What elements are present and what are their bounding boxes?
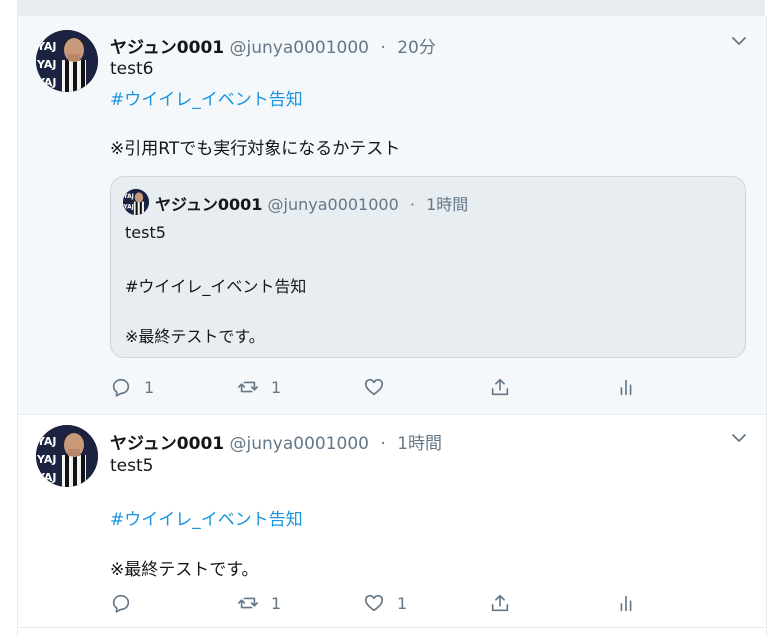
timeline: YAJ YAJ YAJ ヤジュン0001 @junya0001000 · 20分… [17,16,767,637]
heart-icon [364,594,384,612]
reply-button[interactable]: 1 [110,376,154,398]
separator-dot: · [409,195,415,214]
share-button[interactable] [489,376,511,398]
author-name[interactable]: ヤジュン0001 [110,434,224,454]
svg-text:YAJ: YAJ [36,76,57,89]
tweet-text-line: ※引用RTでも実行対象になるかテスト [110,139,401,159]
chevron-down-icon[interactable] [730,429,748,447]
share-button[interactable] [489,592,511,614]
quoted-tweet-text-line: ※最終テストです。 [125,327,265,346]
separator-dot: · [380,38,386,58]
quoted-tweet[interactable]: YAJ YAJ ヤジュン0001 @junya0001000 · 1時間 tes… [110,176,746,358]
quoted-tweet-header: ヤジュン0001 @junya0001000 · 1時間 [155,191,468,215]
author-name[interactable]: ヤジュン0001 [110,38,224,58]
svg-text:YAJ: YAJ [36,471,57,484]
heart-icon [364,378,384,396]
share-icon [491,594,509,612]
tweet-header: ヤジュン0001 @junya0001000 · 20分 [110,33,436,58]
quoted-author-handle: @junya0001000 [267,195,399,214]
svg-text:YAJ: YAJ [123,204,134,210]
share-icon [491,378,509,396]
like-button[interactable]: 1 [363,592,407,614]
like-button[interactable] [363,376,397,398]
retweet-count: 1 [271,593,282,613]
retweet-button[interactable]: 1 [237,376,281,398]
tweet-timestamp[interactable]: 20分 [397,38,436,58]
hashtag-link[interactable]: #ウイイレ_イベント告知 [110,505,303,530]
retweet-icon [238,597,258,609]
like-count: 1 [397,593,408,613]
svg-text:YAJ: YAJ [123,194,134,200]
tweet-actions: 1 1 [110,592,710,618]
avatar[interactable]: YAJ YAJ YAJ [36,425,98,487]
analytics-icon [620,379,632,396]
timeline-top-divider [17,0,765,16]
reply-icon [112,378,130,397]
reply-count: 1 [144,377,155,397]
tweet-actions: 1 1 [110,376,710,402]
separator-dot: · [380,434,386,454]
reply-icon [112,594,130,613]
quoted-tweet-text-line: test5 [125,223,166,242]
hashtag-link[interactable]: #ウイイレ_イベント告知 [110,85,303,110]
quoted-avatar: YAJ YAJ [123,189,149,215]
tweet[interactable]: YAJ YAJ YAJ ヤジュン0001 @junya0001000 · 20分… [18,16,766,415]
analytics-button[interactable] [615,376,637,398]
avatar[interactable]: YAJ YAJ YAJ [36,30,98,92]
quoted-tweet-text-line: #ウイイレ_イベント告知 [125,277,307,296]
retweet-count: 1 [271,377,282,397]
tweet-header: ヤジュン0001 @junya0001000 · 1時間 [110,429,442,454]
author-handle[interactable]: @junya0001000 [230,38,369,58]
tweet-text-line: test5 [110,456,154,476]
retweet-icon [238,381,258,393]
svg-text:YAJ: YAJ [36,58,57,71]
tweet-text-line: test6 [110,59,154,79]
reply-button[interactable] [110,592,144,614]
retweet-button[interactable]: 1 [237,592,281,614]
svg-text:YAJ: YAJ [36,435,57,448]
tweet-timestamp[interactable]: 1時間 [397,434,442,454]
quoted-tweet-timestamp: 1時間 [426,195,469,214]
tweet[interactable]: YAJ YAJ YAJ ヤジュン0001 @junya0001000 · 1時間… [18,415,766,628]
svg-text:YAJ: YAJ [36,40,57,53]
author-handle[interactable]: @junya0001000 [230,434,369,454]
tweet-text-line: ※最終テストです。 [110,560,259,580]
chevron-down-icon[interactable] [730,32,748,50]
quoted-author-name: ヤジュン0001 [155,195,263,214]
svg-text:YAJ: YAJ [36,453,57,466]
analytics-button[interactable] [615,592,637,614]
analytics-icon [620,595,632,612]
